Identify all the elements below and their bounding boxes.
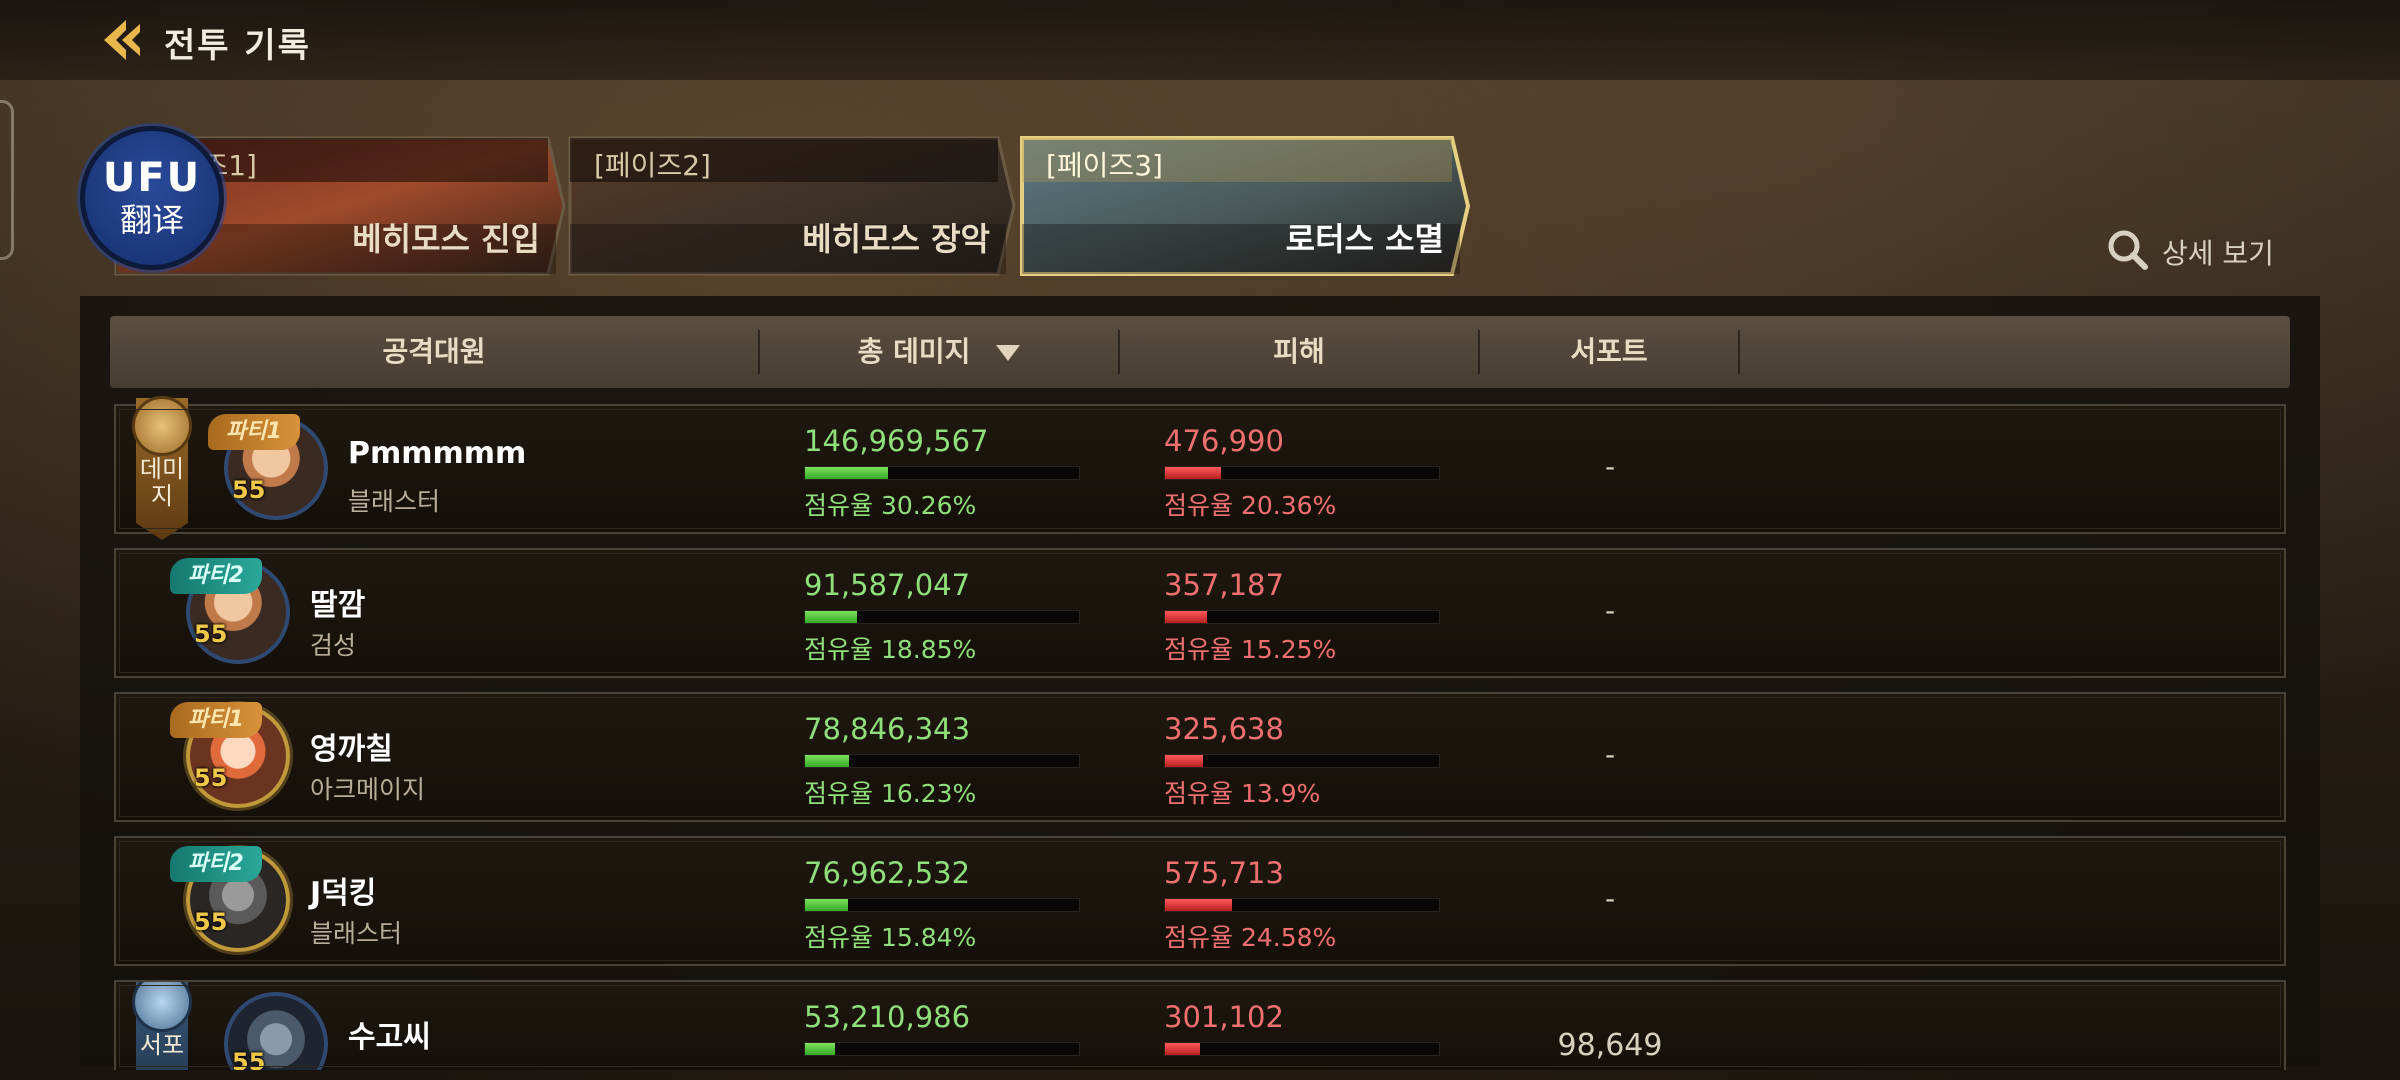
player-class: 아크메이지: [310, 775, 426, 804]
damage-share-fill: [805, 467, 888, 479]
search-icon: [2106, 228, 2150, 276]
party-badge: 파티1: [208, 414, 300, 450]
damage-taken-value: 575,713: [1164, 856, 1284, 890]
total-damage-value: 146,969,567: [804, 424, 989, 458]
table-header: 공격대원 총 데미지 피해 서포트: [110, 316, 2290, 388]
level-badge: 55: [194, 620, 228, 648]
sort-desc-icon: [996, 345, 1021, 361]
table-row[interactable]: 서포 55 수고씨 53,210,986 301,102 98,649: [114, 980, 2286, 1070]
damage-taken-value: 301,102: [1164, 1000, 1284, 1034]
taken-share-text: 점유율 20.36%: [1164, 491, 1337, 520]
translate-logo: UFU: [102, 155, 202, 201]
damage-share-fill: [805, 1043, 835, 1055]
taken-share-text: 점유율 13.9%: [1164, 779, 1321, 808]
player-class: 블래스터: [348, 487, 441, 516]
support-value: 98,649: [1557, 1028, 1663, 1063]
column-header-total-damage[interactable]: 총 데미지: [760, 316, 1118, 388]
player-name: 영까칠: [310, 732, 393, 767]
taken-share-fill: [1165, 755, 1204, 767]
translate-button[interactable]: UFU 翻译: [80, 126, 224, 270]
top-bar: 전투 기록: [0, 0, 2400, 80]
player-name: J덕킹: [310, 876, 377, 911]
damage-share-fill: [805, 755, 850, 767]
damage-share-text: 점유율 15.84%: [804, 923, 977, 952]
support-value: -: [1604, 738, 1616, 771]
taken-share-bar: [1164, 466, 1440, 480]
total-damage-value: 53,210,986: [804, 1000, 971, 1034]
damage-share-text: 점유율 30.26%: [804, 491, 977, 520]
damage-share-text: 점유율 18.85%: [804, 635, 977, 664]
player-name: 딸깜: [310, 588, 366, 623]
taken-share-text: 점유율 15.25%: [1164, 635, 1337, 664]
total-damage-value: 76,962,532: [804, 856, 971, 890]
damage-share-bar: [804, 610, 1080, 624]
support-value: -: [1604, 450, 1616, 483]
phase-name: 베히모스 장악: [802, 220, 990, 258]
taken-share-bar: [1164, 898, 1440, 912]
level-badge: 55: [194, 908, 228, 936]
damage-taken-value: 325,638: [1164, 712, 1284, 746]
damage-share-bar: [804, 898, 1080, 912]
table-row[interactable]: 파티2 55 J덕킹 블래스터 76,962,532 점유율 15.84% 57…: [114, 836, 2286, 966]
table-row[interactable]: 파티1 55 영까칠 아크메이지 78,846,343 점유율 16.23% 3…: [114, 692, 2286, 822]
total-damage-value: 91,587,047: [804, 568, 971, 602]
phase-name: 로터스 소멸: [1285, 220, 1444, 258]
damage-share-bar: [804, 466, 1080, 480]
table-row[interactable]: 데미지 파티1 55 Pmmmmm 블래스터 146,969,567 점유율 3…: [114, 396, 2286, 540]
damage-share-text: 점유율 16.23%: [804, 779, 977, 808]
player-name: Pmmmmm: [348, 436, 527, 471]
column-divider: [1738, 330, 1740, 374]
player-class: 블래스터: [310, 919, 403, 948]
fist-icon: [132, 396, 192, 456]
detail-view-link[interactable]: 상세 보기: [2106, 228, 2274, 276]
total-damage-value: 78,846,343: [804, 712, 971, 746]
damage-share-fill: [805, 611, 857, 623]
detail-view-label: 상세 보기: [2162, 237, 2274, 270]
tab-phase-2[interactable]: [페이즈2] 베히모스 장악: [566, 134, 1018, 278]
player-name: 수고씨: [348, 1020, 431, 1055]
level-badge: 55: [232, 1048, 266, 1070]
taken-share-bar: [1164, 754, 1440, 768]
role-label: 데미지: [139, 455, 185, 510]
damage-share-bar: [804, 754, 1080, 768]
damage-taken-value: 357,187: [1164, 568, 1284, 602]
tab-phase-3[interactable]: [페이즈3] 로터스 소멸: [1018, 134, 1472, 278]
taken-share-bar: [1164, 610, 1440, 624]
damage-share-bar: [804, 1042, 1080, 1056]
damage-taken-value: 476,990: [1164, 424, 1284, 458]
column-header-support[interactable]: 서포트: [1480, 316, 1738, 388]
party-badge: 파티2: [170, 558, 262, 594]
phase-name: 베히모스 진입: [352, 220, 540, 258]
role-label: 서포: [139, 1031, 185, 1059]
damage-share-fill: [805, 899, 849, 911]
level-badge: 55: [232, 476, 266, 504]
phase-label: [페이즈3]: [1046, 149, 1163, 182]
column-header-damage-taken[interactable]: 피해: [1120, 316, 1478, 388]
taken-share-fill: [1165, 1043, 1200, 1055]
column-header-member[interactable]: 공격대원: [110, 316, 758, 388]
taken-share-fill: [1165, 611, 1207, 623]
party-badge: 파티1: [170, 702, 262, 738]
taken-share-fill: [1165, 467, 1221, 479]
level-badge: 55: [194, 764, 228, 792]
player-class: 검성: [310, 631, 357, 660]
support-value: -: [1604, 882, 1616, 915]
side-drawer-handle[interactable]: [0, 100, 14, 260]
taken-share-fill: [1165, 899, 1233, 911]
back-arrow-icon[interactable]: [96, 14, 148, 66]
support-value: -: [1604, 594, 1616, 627]
translate-label: 翻译: [119, 201, 184, 239]
taken-share-text: 점유율 24.58%: [1164, 923, 1337, 952]
party-badge: 파티2: [170, 846, 262, 882]
taken-share-bar: [1164, 1042, 1440, 1056]
phase-label: [페이즈2]: [594, 149, 711, 182]
page-title: 전투 기록: [164, 26, 311, 66]
table-row[interactable]: 파티2 55 딸깜 검성 91,587,047 점유율 18.85% 357,1…: [114, 548, 2286, 678]
